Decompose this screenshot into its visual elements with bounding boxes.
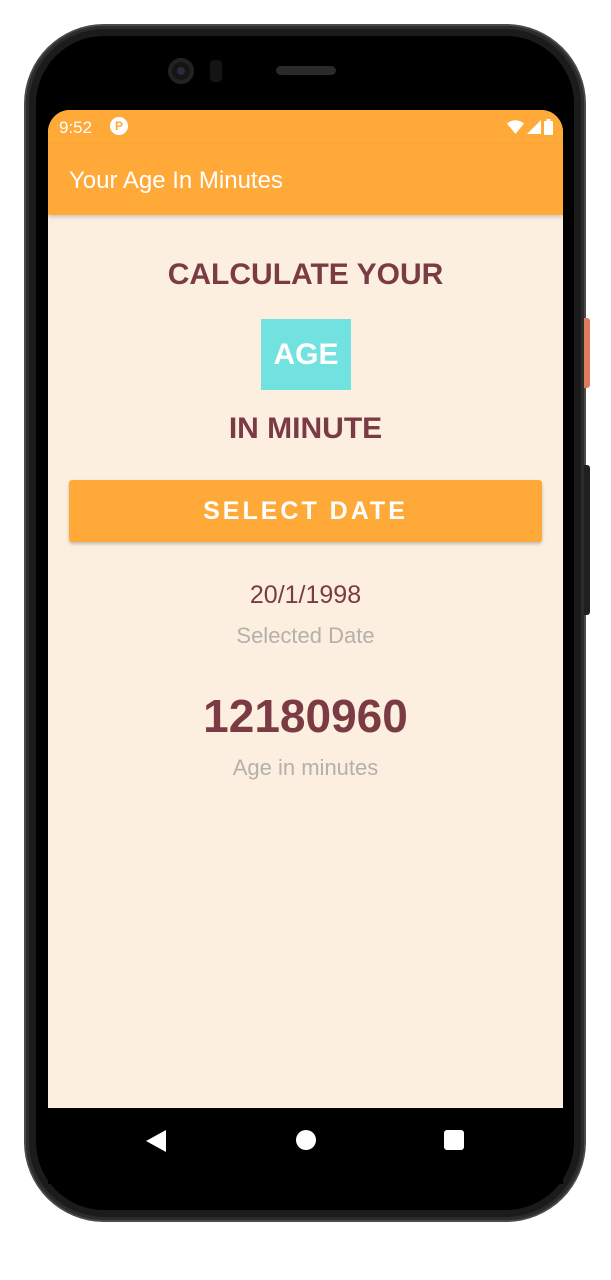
wifi-icon [507, 120, 524, 134]
recents-icon[interactable] [444, 1130, 464, 1150]
status-time: 9:52 [59, 118, 93, 137]
volume-button[interactable] [584, 465, 590, 615]
heading-calculate-your: CALCULATE YOUR [167, 258, 444, 291]
status-icons [507, 118, 553, 136]
screen: 9:52 P Your Age In Minutes CALCULATE YOU… [48, 110, 563, 1184]
signal-icon [527, 120, 541, 134]
age-in-minutes-label: Age in minutes [232, 755, 379, 780]
selected-date-value: 20/1/1998 [249, 581, 362, 609]
back-icon[interactable] [146, 1130, 168, 1152]
home-icon[interactable] [296, 1130, 316, 1150]
power-button[interactable] [584, 318, 590, 388]
earpiece-speaker [276, 66, 336, 75]
age-badge: AGE [261, 319, 351, 390]
battery-icon [544, 119, 553, 135]
heading-in-minute: IN MINUTE [228, 412, 383, 445]
app-bar: Your Age In Minutes [48, 144, 563, 215]
notification-app-icon: P [110, 117, 128, 135]
proximity-sensor [210, 60, 222, 82]
front-camera [168, 58, 194, 84]
select-date-button[interactable]: SELECT DATE [69, 480, 542, 542]
age-in-minutes-value: 12180960 [203, 690, 408, 742]
selected-date-label: Selected Date [236, 623, 375, 648]
navigation-bar [48, 1108, 563, 1184]
status-bar: 9:52 P [48, 110, 563, 144]
app-title: Your Age In Minutes [69, 167, 283, 194]
